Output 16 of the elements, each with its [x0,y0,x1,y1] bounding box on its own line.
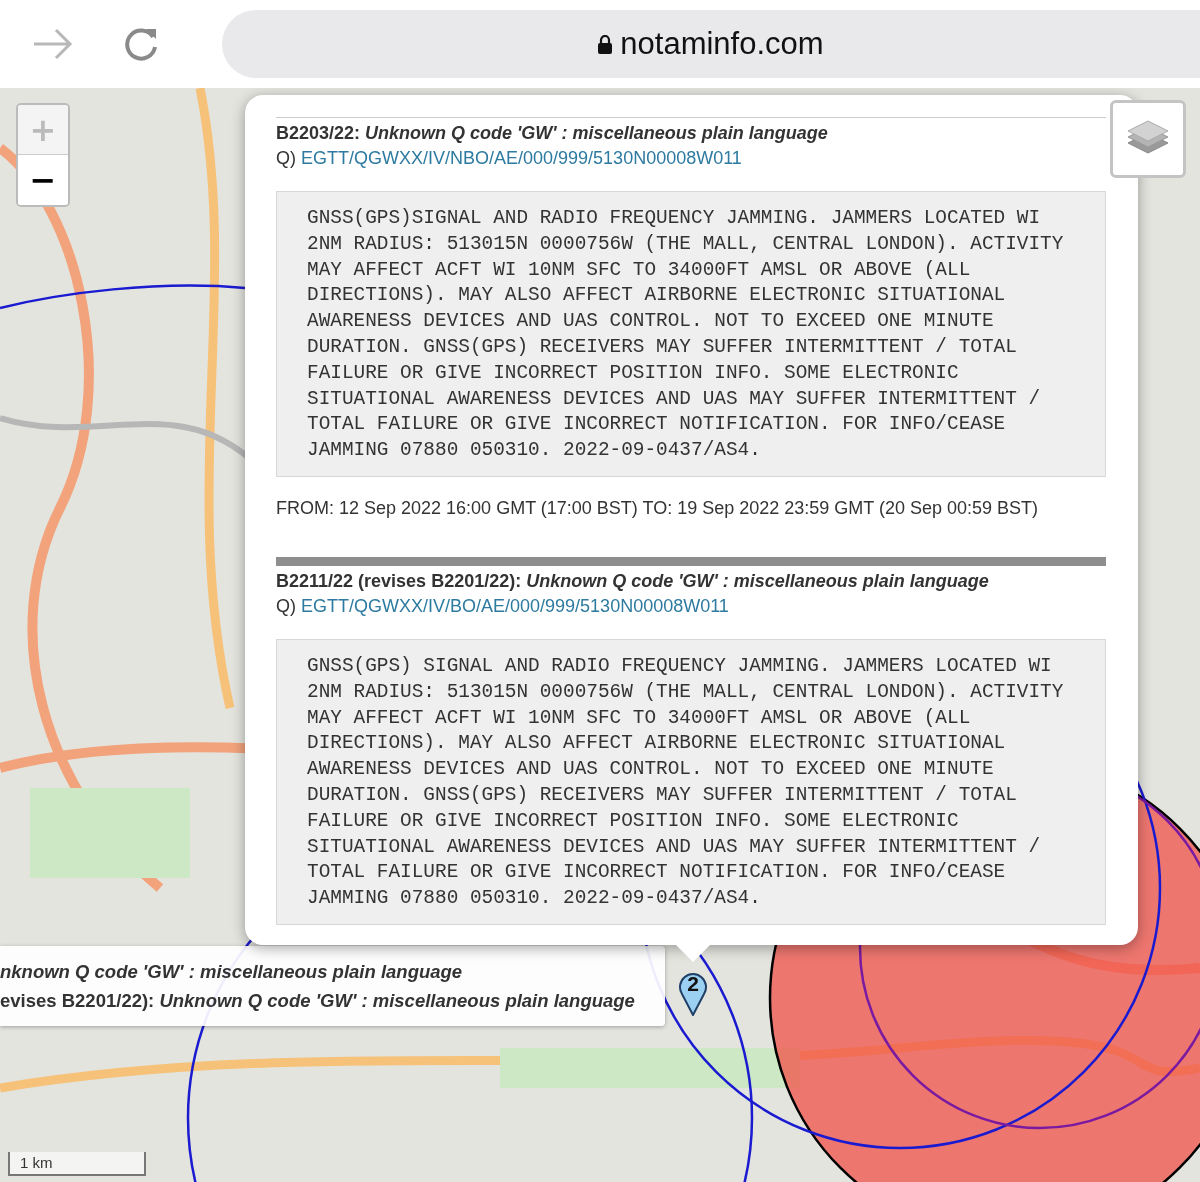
q-code-link[interactable]: EGTT/QGWXX/IV/BO/AE/000/999/5130N00008W011 [301,592,729,619]
notam-text: GNSS(GPS) SIGNAL AND RADIO FREQUENCY JAMMING. JAMMERS LOCATED WI 2NM RADIUS: 513015N 0000756W (THE MALL, CENTRAL LONDON). ACTIVITY MAY AFFECT ACFT WI 10NM SFC TO 34000FT AMSL OR ABOVE (ALL DIRECTIONS). MAY ALSO AFFECT AIRBORNE ELECTRONIC SITUATIONAL AWARENESS DEVICES AND UAS CONTROL. NOT TO EXCEED ONE MINUTE DURATION. GNSS(GPS) RECEIVERS MAY SUFFER INTERMITTENT / TOTAL FAILURE OR GIVE INCORRECT POSITION INFO. SOME ELECTRONIC SITUATIONAL AWARENESS DEVICES AND UAS MAY SUFFER INTERMITTENT / TOTAL FAILURE OR GIVE INCORRECT NOTIFICATION. FOR INFO/CEASE JAMMING 07880 050310. 2022-09-0437/AS4. [276,638,1106,925]
scale-bar: 1 km [8,1152,146,1176]
notam-title: B2211/22 (revises B2201/22): Unknown Q code 'GW' : miscellaneous plain language [276,569,990,593]
tooltip-line: evises B2201/22): Unknown Q code 'GW' : miscellaneous plain language [0,989,636,1013]
q-label: Q) [276,147,296,170]
validity-period: FROM: 12 Sep 2022 16:00 GMT (17:00 BST) TO: 19 Sep 2022 23:59 GMT (20 Sep 00:59 BST) [276,497,1040,519]
notam-title: B2203/22: Unknown Q code 'GW' : miscellaneous plain language [276,122,829,145]
notam-text: GNSS(GPS)SIGNAL AND RADIO FREQUENCY JAMMING. JAMMERS LOCATED WI 2NM RADIUS: 513015N 0000756W (THE MALL, CENTRAL LONDON). ACTIVITY MAY AFFECT ACFT WI 10NM SFC TO 34000FT AMSL OR ABOVE (ALL DIRECTIONS). MAY ALSO AFFECT AIRBORNE ELECTRONIC SITUATIONAL AWARENESS DEVICES AND UAS CONTROL. NOT TO EXCEED ONE MINUTE DURATION. GNSS(GPS) RECEIVERS MAY SUFFER INTERMITTENT / TOTAL FAILURE OR GIVE INCORRECT POSITION INFO. SOME ELECTRONIC SITUATIONAL AWARENESS DEVICES AND UAS MAY SUFFER INTERMITTENT / TOTAL FAILURE OR GIVE INCORRECT NOTIFICATION. FOR INFO/CEASE JAMMING 07880 050310. 2022-09-0437/AS4. [276,191,1106,477]
map-marker[interactable]: 2 [677,970,709,1016]
layers-button[interactable] [1110,100,1186,178]
q-code-link[interactable]: EGTT/QGWXX/IV/NBO/AE/000/999/5130N00008W011 [301,145,742,171]
q-label: Q) [276,594,296,618]
lock-icon [598,34,613,54]
address-bar[interactable]: notaminfo.com [222,10,1200,78]
tooltip-line: nknown Q code 'GW' : miscellaneous plain language [0,960,464,984]
